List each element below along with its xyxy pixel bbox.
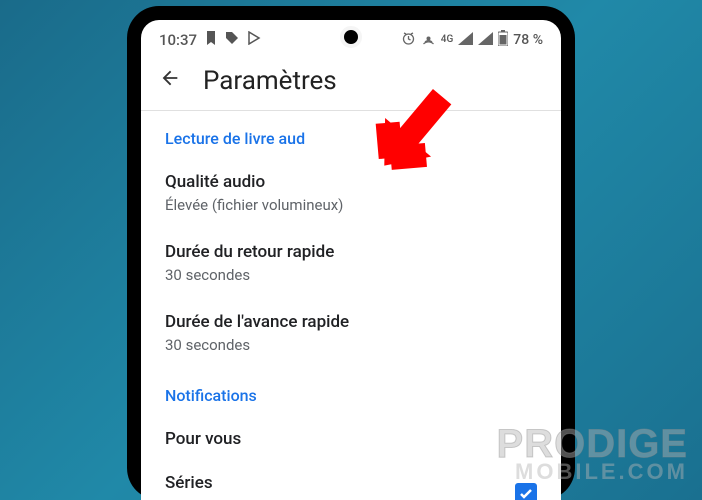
app-header: Paramètres (141, 56, 561, 110)
setting-series[interactable]: Séries Pour les livres de séries qui vou… (165, 459, 537, 500)
hotspot-icon (421, 31, 436, 50)
back-arrow-icon[interactable] (159, 67, 181, 95)
setting-title: Qualité audio (165, 172, 537, 192)
setting-title: Durée du retour rapide (165, 242, 537, 262)
alarm-icon (401, 31, 416, 50)
network-label: 4G (441, 35, 454, 45)
setting-value: Élevée (fichier volumineux) (165, 196, 537, 214)
setting-audio-quality[interactable]: Qualité audio Élevée (fichier volumineux… (165, 158, 537, 228)
setting-forward-duration[interactable]: Durée de l'avance rapide 30 secondes (165, 298, 537, 368)
battery-percent: 78 % (513, 32, 543, 48)
setting-title: Durée de l'avance rapide (165, 312, 537, 332)
camera-hole (340, 26, 362, 48)
setting-for-you[interactable]: Pour vous (165, 415, 537, 459)
bookmark-icon (205, 31, 217, 49)
setting-title: Pour vous (165, 429, 537, 449)
battery-icon (498, 30, 508, 50)
status-time: 10:37 (159, 31, 197, 49)
setting-value: 30 secondes (165, 266, 537, 284)
section-notifications: Notifications (165, 368, 537, 415)
tag-icon (225, 31, 239, 49)
section-audiobook-playback: Lecture de livre aud (165, 111, 537, 158)
page-title: Paramètres (203, 66, 337, 96)
status-left: 10:37 (159, 31, 261, 49)
signal-icon (458, 32, 473, 49)
signal-icon-2 (478, 32, 493, 49)
setting-value: 30 secondes (165, 336, 537, 354)
settings-content: Lecture de livre aud Qualité audio Élevé… (141, 111, 561, 500)
setting-title: Séries (165, 473, 382, 493)
setting-rewind-duration[interactable]: Durée du retour rapide 30 secondes (165, 228, 537, 298)
status-right: 4G 78 % (401, 30, 543, 50)
screen: 10:37 4G (141, 20, 561, 500)
series-checkbox[interactable] (515, 483, 537, 500)
phone-frame: 10:37 4G (127, 6, 575, 500)
play-store-icon (247, 31, 261, 49)
